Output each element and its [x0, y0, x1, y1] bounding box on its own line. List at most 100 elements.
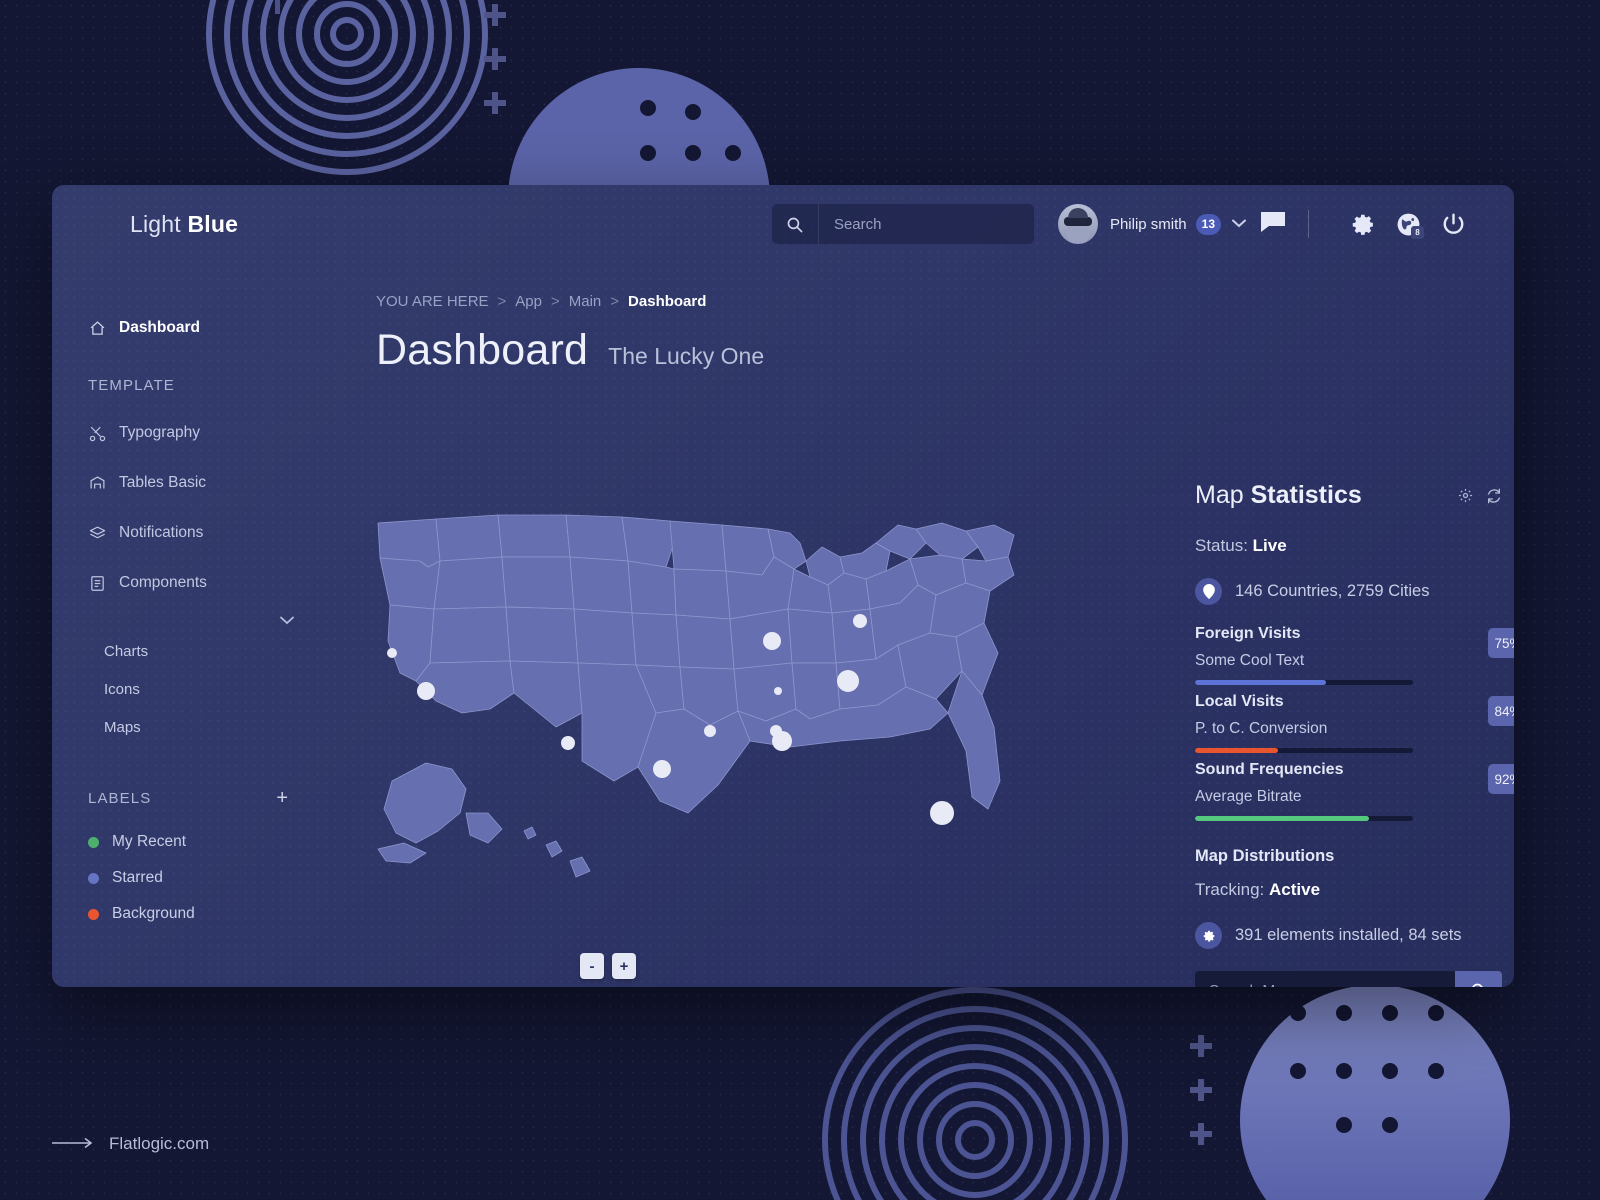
footer-text: Flatlogic.com: [109, 1134, 210, 1153]
sidebar-label-starred[interactable]: Starred: [52, 864, 320, 892]
metric-subtitle: P. to C. Conversion: [1195, 720, 1328, 737]
sidebar-label-background[interactable]: Background: [52, 900, 320, 928]
sidebar-subitem-icons[interactable]: Icons: [52, 674, 320, 704]
map-search[interactable]: [1195, 971, 1502, 987]
map-marker[interactable]: [772, 731, 792, 751]
search-icon: [772, 216, 818, 233]
avatar: [1057, 204, 1098, 244]
map-zoom-controls: - +: [580, 953, 636, 979]
chat-icon[interactable]: [1260, 211, 1286, 238]
footer: Flatlogic.com: [52, 1134, 209, 1154]
gear-icon[interactable]: [1351, 212, 1376, 237]
metric-subtitle: Some Cool Text: [1195, 652, 1305, 669]
us-map[interactable]: [370, 513, 1040, 913]
panel-title: Map Statistics: [1195, 481, 1362, 510]
metric-foreign-visits: Foreign Visits Some Cool Text 75%: [1195, 625, 1514, 685]
search-icon: [1470, 982, 1487, 987]
chevron-down-icon[interactable]: [1232, 215, 1246, 233]
sidebar-item-label: Notifications: [119, 524, 204, 541]
sidebar-subitem-label: Charts: [104, 642, 149, 660]
power-icon[interactable]: [1441, 212, 1466, 237]
map-pin-icon: [1195, 578, 1222, 605]
decorative-concentric-rings-top: [206, 0, 488, 175]
sidebar-subitem-maps[interactable]: Maps: [52, 712, 320, 742]
sidebar-item-label: Components: [119, 574, 207, 591]
sidebar-item-notifications[interactable]: Notifications: [52, 516, 320, 550]
sidebar-item-components[interactable]: Components: [52, 566, 320, 600]
breadcrumb: YOU ARE HERE > App > Main > Dashboard: [320, 263, 1514, 310]
panel-title-light: Map: [1195, 481, 1251, 509]
status-dot: [88, 872, 99, 884]
metric-title: Foreign Visits: [1195, 625, 1301, 642]
map-marker[interactable]: [653, 760, 671, 778]
metric-sound-frequencies: Sound Frequencies Average Bitrate 92%: [1195, 761, 1514, 821]
add-label-button[interactable]: +: [276, 788, 288, 808]
map-marker[interactable]: [561, 736, 575, 750]
refresh-icon[interactable]: [1486, 488, 1502, 504]
sidebar-subitem-label: Icons: [104, 680, 140, 698]
metric-badge: 84%: [1488, 696, 1514, 726]
countries-cities-text: 146 Countries, 2759 Cities: [1235, 582, 1430, 600]
app-header: Light Blue Philip smith 13: [52, 185, 1514, 263]
map-search-button[interactable]: [1455, 971, 1502, 987]
page-root: Light Blue Philip smith 13: [0, 0, 1600, 1200]
map-marker[interactable]: [774, 687, 782, 695]
sidebar-label-my-recent[interactable]: My Recent: [52, 828, 320, 856]
breadcrumb-item-dashboard: Dashboard: [628, 293, 707, 310]
table-icon: [88, 474, 106, 492]
decorative-tick: [275, 0, 280, 14]
status-value: Live: [1252, 536, 1287, 555]
page-subtitle: The Lucky One: [608, 343, 765, 369]
map-marker[interactable]: [763, 632, 781, 650]
sidebar-subitem-charts[interactable]: Charts: [52, 636, 320, 666]
search-input[interactable]: [818, 215, 1034, 233]
sidebar-item-typography[interactable]: Typography: [52, 416, 320, 450]
status-dot: [88, 836, 99, 848]
metric-badge: 92%: [1488, 764, 1514, 794]
header-actions: Philip smith 13: [771, 204, 1514, 244]
gear-icon[interactable]: [1458, 488, 1473, 503]
metric-progress-fill: [1195, 748, 1278, 753]
map-marker[interactable]: [704, 725, 716, 737]
header-search[interactable]: [771, 204, 1034, 244]
metric-local-visits: Local Visits P. to C. Conversion 84%: [1195, 693, 1514, 753]
header-divider: [1308, 210, 1309, 238]
metric-badge: 75%: [1488, 628, 1514, 658]
map-zoom-in-button[interactable]: +: [612, 953, 636, 979]
status-line: Status: Live: [1195, 536, 1514, 556]
page-header: Dashboard The Lucky One: [320, 310, 1514, 375]
layers-icon: [88, 524, 106, 542]
map-marker[interactable]: [837, 670, 859, 692]
labels-title: LABELS: [88, 789, 152, 807]
map-zoom-out-button[interactable]: -: [580, 953, 604, 979]
gear-icon: [1195, 922, 1222, 949]
label-text: Starred: [112, 869, 163, 886]
decorative-concentric-rings-bottom: [822, 987, 1128, 1200]
map-statistics-panel: Map Statistics Status: Live 146 Countrie…: [1195, 481, 1514, 987]
sidebar-item-dashboard[interactable]: Dashboard: [52, 311, 320, 345]
breadcrumb-item-main[interactable]: Main: [569, 293, 602, 310]
components-collapse-chevron-icon[interactable]: [280, 612, 320, 630]
map-marker[interactable]: [387, 648, 397, 658]
breadcrumb-prefix: YOU ARE HERE: [376, 293, 489, 310]
metric-title: Local Visits: [1195, 693, 1284, 710]
sidebar-section-template: TEMPLATE: [88, 377, 175, 394]
globe-icon[interactable]: 8: [1396, 212, 1424, 239]
user-menu[interactable]: Philip smith 13: [1057, 204, 1286, 244]
sidebar-item-tables-basic[interactable]: Tables Basic: [52, 466, 320, 500]
app-logo[interactable]: Light Blue: [130, 211, 238, 238]
metric-progress-bar: [1195, 748, 1413, 753]
breadcrumb-separator: >: [551, 293, 560, 310]
map-search-input[interactable]: [1195, 971, 1455, 987]
map-marker[interactable]: [930, 801, 954, 825]
map-marker[interactable]: [417, 682, 435, 700]
metric-subtitle: Average Bitrate: [1195, 788, 1302, 805]
sidebar-labels-header: LABELS +: [52, 788, 320, 808]
map-marker[interactable]: [853, 614, 867, 628]
tracking-value: Active: [1269, 880, 1321, 899]
status-dot: [88, 908, 99, 920]
panel-tools: [1458, 488, 1514, 504]
decorative-dotted-circle-bottom: [1240, 985, 1510, 1200]
breadcrumb-item-app[interactable]: App: [515, 293, 542, 310]
page-title: Dashboard: [376, 326, 589, 374]
